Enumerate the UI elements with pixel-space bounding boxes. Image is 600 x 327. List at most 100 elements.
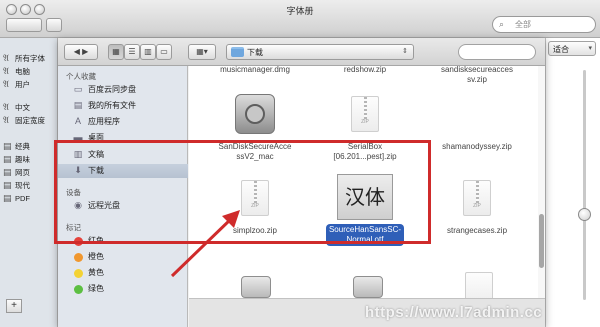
location-label: 下载 xyxy=(247,48,263,57)
info-button[interactable] xyxy=(46,18,62,32)
tag-color-dot xyxy=(74,285,83,294)
sidebar-item-label: 我的所有文件 xyxy=(88,101,136,110)
selected-file-name: SourceHanSansSC- Normal.otf xyxy=(325,224,405,246)
sidebar-tag-yellow[interactable]: 黄色 xyxy=(58,266,188,280)
preview-size-select[interactable]: 适合 ▾ xyxy=(548,41,596,56)
collection-web[interactable]: ▤ 网页 xyxy=(3,166,55,179)
folder-icon xyxy=(231,47,244,57)
zip-badge: ZIP xyxy=(251,203,259,209)
collection-icon: ▤ xyxy=(3,193,12,203)
applications-icon: A xyxy=(74,116,81,126)
file-item[interactable]: shamanodyssey.zip xyxy=(429,94,525,166)
scrollbar-thumb[interactable] xyxy=(539,214,544,268)
tag-label: 绿色 xyxy=(88,284,104,293)
disk-image-icon xyxy=(353,276,383,298)
downloads-icon: ⬇ xyxy=(74,165,82,175)
sidebar-item-baidu-cloud[interactable]: ▭ 百度云同步盘 xyxy=(58,83,188,97)
sidebar-tag-green[interactable]: 绿色 xyxy=(58,282,188,296)
zip-badge: ZIP xyxy=(473,203,481,209)
disk-image-icon xyxy=(241,276,271,298)
font-preview-pane xyxy=(545,38,600,327)
sidebar-item-label: 远程光盘 xyxy=(88,201,120,210)
file-item[interactable]: musicmanager.dmg xyxy=(207,66,303,75)
file-name: sandisksecureacces xyxy=(440,66,514,74)
collection-modern[interactable]: ▤ 现代 xyxy=(3,179,55,192)
tag-color-dot xyxy=(74,269,83,278)
font-search-field[interactable]: ⌕ 全部 xyxy=(492,16,596,33)
favorites-heading: 个人收藏 xyxy=(66,72,96,81)
collection-pdf[interactable]: ▤ PDF xyxy=(3,192,55,205)
font-icon: 𝔄 xyxy=(3,66,9,76)
column-view-button[interactable]: ▥ xyxy=(140,44,156,60)
font-file-icon: 汉体 xyxy=(337,174,393,220)
preview-size-slider-track[interactable] xyxy=(583,70,586,300)
chevron-down-icon: ▾ xyxy=(588,45,592,52)
view-toggle-button[interactable] xyxy=(6,18,42,32)
sidebar-item-documents[interactable]: ▥ 文稿 xyxy=(58,148,188,162)
collection-fixed-width[interactable]: 𝔄 固定宽度 xyxy=(3,114,55,127)
list-view-button[interactable]: ☰ xyxy=(124,44,140,60)
font-icon: 𝔄 xyxy=(3,115,9,125)
collection-icon: ▤ xyxy=(3,167,12,177)
sidebar-item-label: 下载 xyxy=(88,166,104,175)
sidebar-item-downloads[interactable]: ⬇ 下载 xyxy=(58,164,188,178)
arrange-button[interactable]: ▦▾ xyxy=(188,44,216,60)
collection-classic[interactable]: ▤ 经典 xyxy=(3,140,55,153)
sidebar-tag-red[interactable]: 红色 xyxy=(58,234,188,248)
all-files-icon: ▤ xyxy=(73,100,83,110)
file-item[interactable]: ZIP simplzoo.zip xyxy=(207,178,303,250)
sidebar-item-remote-disc[interactable]: ◉ 远程光盘 xyxy=(58,199,188,213)
sidebar-item-all-files[interactable]: ▤ 我的所有文件 xyxy=(58,99,188,113)
tag-label: 红色 xyxy=(88,236,104,245)
file-name: shamanodyssey.zip xyxy=(442,142,512,151)
sidebar-item-label: 应用程序 xyxy=(88,117,120,126)
search-icon: ⌕ xyxy=(499,19,505,29)
collection-fun[interactable]: ▤ 趣味 xyxy=(3,153,55,166)
search-placeholder: 全部 xyxy=(515,20,531,29)
sidebar-item-label: 桌面 xyxy=(88,133,104,142)
file-name: Normal.otf xyxy=(346,235,384,244)
zip-badge: ZIP xyxy=(361,119,369,125)
font-book-sidebar: 𝔄 所有字体 𝔄 电脑 𝔄 用户 𝔄 中文 𝔄 固定宽度 ▤ 经典 ▤ 趣味 ▤ xyxy=(0,38,58,327)
file-item[interactable]: sandisksecureacces sv.zip xyxy=(429,66,525,85)
file-item[interactable]: redshow.zip xyxy=(317,66,413,75)
collection-label: 趣味 xyxy=(15,155,30,164)
font-book-titlebar: 字体册 ⌕ 全部 xyxy=(0,0,600,38)
collection-label: 网页 xyxy=(15,168,30,177)
sidebar-item-label: 百度云同步盘 xyxy=(88,85,136,94)
sidebar-item-desktop[interactable]: ▬ 桌面 xyxy=(58,131,188,145)
collection-chinese[interactable]: 𝔄 中文 xyxy=(3,101,55,114)
library-all-fonts[interactable]: 𝔄 所有字体 xyxy=(3,52,55,65)
dialog-toolbar: ◀ ▶ ▦ ☰ ▥ ▭ ▦▾ 下载 ⇕ xyxy=(58,38,545,66)
collection-label: 固定宽度 xyxy=(15,116,45,125)
collection-label: PDF xyxy=(15,194,30,203)
tag-color-dot xyxy=(74,253,83,262)
file-item-selected[interactable]: 汉体 SourceHanSansSC- Normal.otf xyxy=(317,174,413,254)
file-name: musicmanager.dmg xyxy=(220,66,290,74)
collection-label: 经典 xyxy=(15,142,30,151)
dialog-search-field[interactable] xyxy=(458,44,536,60)
library-label: 电脑 xyxy=(15,67,30,76)
documents-icon: ▥ xyxy=(73,149,83,159)
library-user[interactable]: 𝔄 用户 xyxy=(3,78,55,91)
back-forward-buttons[interactable]: ◀ ▶ xyxy=(64,44,98,60)
file-item[interactable]: ZIP SerialBox [06.201...pest].zip xyxy=(317,94,413,166)
library-computer[interactable]: 𝔄 电脑 xyxy=(3,65,55,78)
file-item[interactable]: SanDiskSecureAcce ssV2_mac xyxy=(207,94,303,166)
collection-icon: ▤ xyxy=(3,180,12,190)
chevron-updown-icon: ⇕ xyxy=(402,48,408,55)
icon-view-button[interactable]: ▦ xyxy=(108,44,124,60)
collection-icon: ▤ xyxy=(3,154,12,164)
file-name: ssV2_mac xyxy=(236,152,274,161)
zip-file-icon: ZIP xyxy=(351,96,379,132)
cover-flow-button[interactable]: ▭ xyxy=(156,44,172,60)
dialog-sidebar: 个人收藏 ▭ 百度云同步盘 ▤ 我的所有文件 A 应用程序 ▬ 桌面 ▥ 文稿 … xyxy=(58,66,188,327)
preview-size-slider-knob[interactable] xyxy=(578,208,591,221)
tag-label: 橙色 xyxy=(88,252,104,261)
library-label: 所有字体 xyxy=(15,54,45,63)
file-item[interactable]: ZIP strangecases.zip xyxy=(429,178,525,250)
sidebar-item-applications[interactable]: A 应用程序 xyxy=(58,115,188,129)
location-popup[interactable]: 下载 ⇕ xyxy=(226,44,414,60)
add-collection-button[interactable]: + xyxy=(6,299,22,313)
sidebar-tag-orange[interactable]: 橙色 xyxy=(58,250,188,264)
